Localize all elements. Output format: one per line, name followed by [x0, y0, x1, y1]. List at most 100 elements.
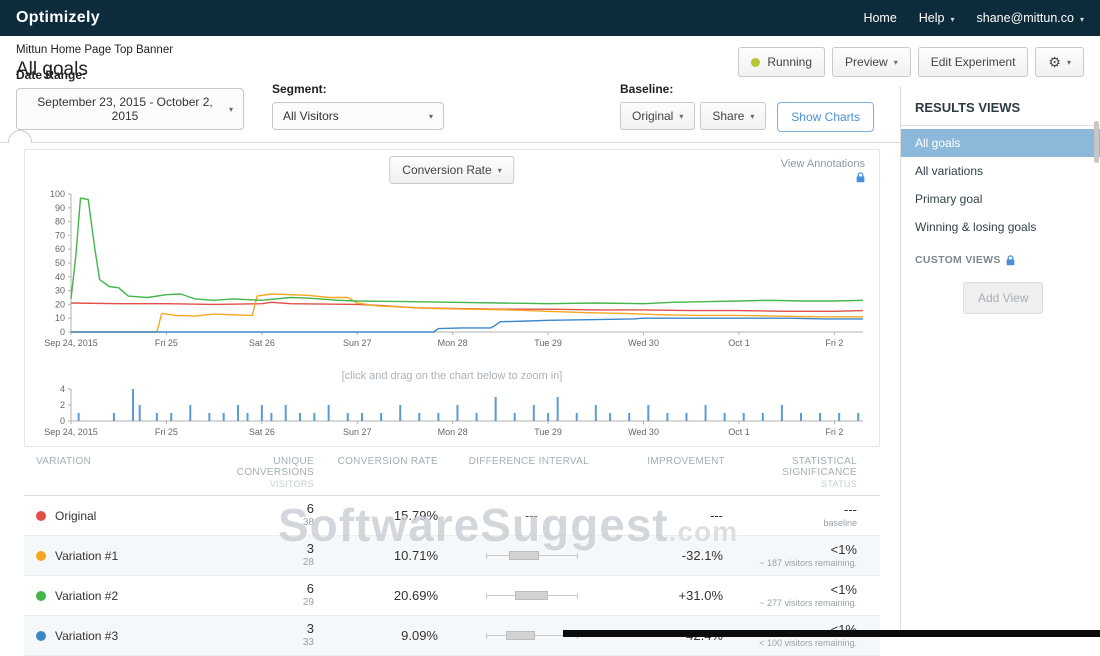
improvement-value: -32.1% [609, 548, 739, 563]
svg-text:100: 100 [50, 189, 65, 199]
svg-text:Sat 26: Sat 26 [249, 338, 275, 348]
nav-account[interactable]: shane@mittun.co▾ [977, 11, 1084, 25]
scrollbar[interactable] [1094, 121, 1099, 163]
improvement-value: +31.0% [609, 588, 739, 603]
running-label: Running [767, 55, 812, 69]
svg-text:90: 90 [55, 203, 65, 213]
caret-down-icon: ▾ [951, 15, 955, 24]
difference-interval-graphic [486, 589, 578, 602]
edit-experiment-button[interactable]: Edit Experiment [918, 47, 1029, 77]
significance-note: < 100 visitors remaining. [739, 638, 857, 649]
header-variation: VARIATION [24, 456, 214, 467]
filter-bar: Date Range: September 23, 2015 - October… [0, 86, 900, 143]
svg-text:30: 30 [55, 286, 65, 296]
gear-icon: ⚙ [1048, 55, 1061, 69]
svg-text:Wed 30: Wed 30 [628, 427, 659, 437]
status-dot-icon [751, 58, 760, 67]
lock-icon [856, 172, 865, 183]
view-annotations-link[interactable]: View Annotations [781, 158, 865, 170]
conversion-rate-chart[interactable]: 0102030405060708090100Sep 24, 2015Fri 25… [25, 186, 877, 364]
visitors-value: 38 [214, 517, 314, 529]
svg-text:Wed 30: Wed 30 [628, 338, 659, 348]
svg-text:Sep 24, 2015: Sep 24, 2015 [44, 427, 98, 437]
caret-down-icon: ▾ [750, 112, 754, 121]
baseline-label: Baseline: [620, 82, 766, 96]
preview-button[interactable]: Preview▾ [832, 47, 911, 77]
metric-dropdown[interactable]: Conversion Rate▾ [389, 156, 514, 184]
conversion-rate-value: 10.71% [314, 548, 454, 563]
header-rate: CONVERSION RATE [314, 456, 454, 467]
baseline-value: Original [632, 109, 673, 123]
date-range-dropdown[interactable]: September 23, 2015 - October 2, 2015 ▾ [16, 88, 244, 130]
date-range-value: September 23, 2015 - October 2, 2015 [27, 95, 223, 123]
table-header: VARIATION UNIQUE CONVERSIONSVISITORS CON… [24, 451, 880, 496]
sidebar-item-all-goals[interactable]: All goals [901, 129, 1100, 157]
variation-color-dot [36, 631, 46, 641]
header-difference: DIFFERENCE INTERVAL [454, 456, 609, 467]
sidebar-item-all-variations[interactable]: All variations [901, 157, 1100, 185]
visitors-value: 28 [214, 557, 314, 569]
conversion-rate-value: 15.79% [314, 508, 454, 523]
settings-button[interactable]: ⚙▾ [1035, 47, 1084, 77]
svg-text:40: 40 [55, 272, 65, 282]
svg-text:Tue 29: Tue 29 [534, 338, 562, 348]
show-charts-button[interactable]: Show Charts [777, 102, 874, 132]
caret-down-icon: ▾ [498, 166, 502, 175]
svg-text:Fri 25: Fri 25 [155, 338, 178, 348]
significance-value: --- [739, 502, 857, 518]
nav-help-label: Help [919, 11, 945, 25]
significance-note: ~ 277 visitors remaining. [739, 598, 857, 609]
svg-text:20: 20 [55, 299, 65, 309]
header-improvement: IMPROVEMENT [609, 456, 739, 467]
caret-down-icon: ▾ [679, 112, 683, 121]
svg-text:Sun 27: Sun 27 [343, 338, 372, 348]
results-views-title: RESULTS VIEWS [901, 98, 1100, 126]
baseline-dropdown[interactable]: Original ▾ [620, 102, 695, 130]
table-row: Original 638 15.79% --- --- ---baseline [24, 496, 880, 536]
results-views-sidebar: RESULTS VIEWS All goals All variations P… [900, 86, 1100, 637]
segment-dropdown[interactable]: All Visitors▾ [272, 102, 444, 130]
sidebar-item-winning-losing-goals[interactable]: Winning & losing goals [901, 213, 1100, 241]
improvement-value: --- [609, 508, 739, 523]
svg-text:70: 70 [55, 230, 65, 240]
variation-name: Variation #1 [55, 549, 118, 563]
significance-value: <1% [739, 542, 857, 558]
significance-note: baseline [739, 518, 857, 529]
share-button[interactable]: Share ▾ [700, 102, 766, 130]
svg-text:60: 60 [55, 244, 65, 254]
variation-name: Original [55, 509, 96, 523]
nav-help[interactable]: Help ▾ [919, 11, 955, 25]
lock-icon [1006, 255, 1015, 266]
svg-text:Fri 2: Fri 2 [825, 338, 843, 348]
caret-down-icon: ▾ [894, 58, 898, 67]
segment-label: Segment: [272, 82, 444, 96]
svg-text:10: 10 [55, 313, 65, 323]
svg-text:Oct 1: Oct 1 [728, 338, 750, 348]
caret-down-icon: ▾ [229, 105, 233, 114]
svg-text:Mon 28: Mon 28 [438, 338, 468, 348]
optimizely-logo: Optimizely [16, 9, 100, 27]
main-content: Date Range: September 23, 2015 - October… [0, 86, 900, 637]
chart-panel: Conversion Rate▾ View Annotations 0 10 20 3… [24, 149, 880, 447]
nav-home[interactable]: Home [863, 11, 896, 25]
unique-conversions-value: 3 [214, 622, 314, 637]
svg-text:50: 50 [55, 258, 65, 268]
timeline-overview-chart[interactable]: 024Sep 24, 2015Fri 25Sat 26Sun 27Mon 28T… [25, 383, 877, 439]
svg-text:0: 0 [60, 327, 65, 337]
table-row: Variation #2 629 20.69% +31.0% <1%~ 277 … [24, 576, 880, 616]
sidebar-item-primary-goal[interactable]: Primary goal [901, 185, 1100, 213]
running-status-button[interactable]: Running [738, 47, 825, 77]
collapse-handle[interactable] [8, 130, 32, 143]
variation-color-dot [36, 511, 46, 521]
date-range-label: Date Range: [16, 68, 244, 82]
caret-down-icon: ▾ [429, 112, 433, 121]
share-label: Share [712, 109, 744, 123]
svg-text:Mon 28: Mon 28 [438, 427, 468, 437]
caret-down-icon: ▾ [1080, 15, 1084, 24]
svg-text:80: 80 [55, 217, 65, 227]
bottom-bar [563, 630, 1100, 637]
svg-text:2: 2 [60, 400, 65, 410]
header-conversions: UNIQUE CONVERSIONSVISITORS [214, 456, 314, 489]
results-table: VARIATION UNIQUE CONVERSIONSVISITORS CON… [24, 451, 880, 656]
add-view-button[interactable]: Add View [963, 282, 1043, 314]
